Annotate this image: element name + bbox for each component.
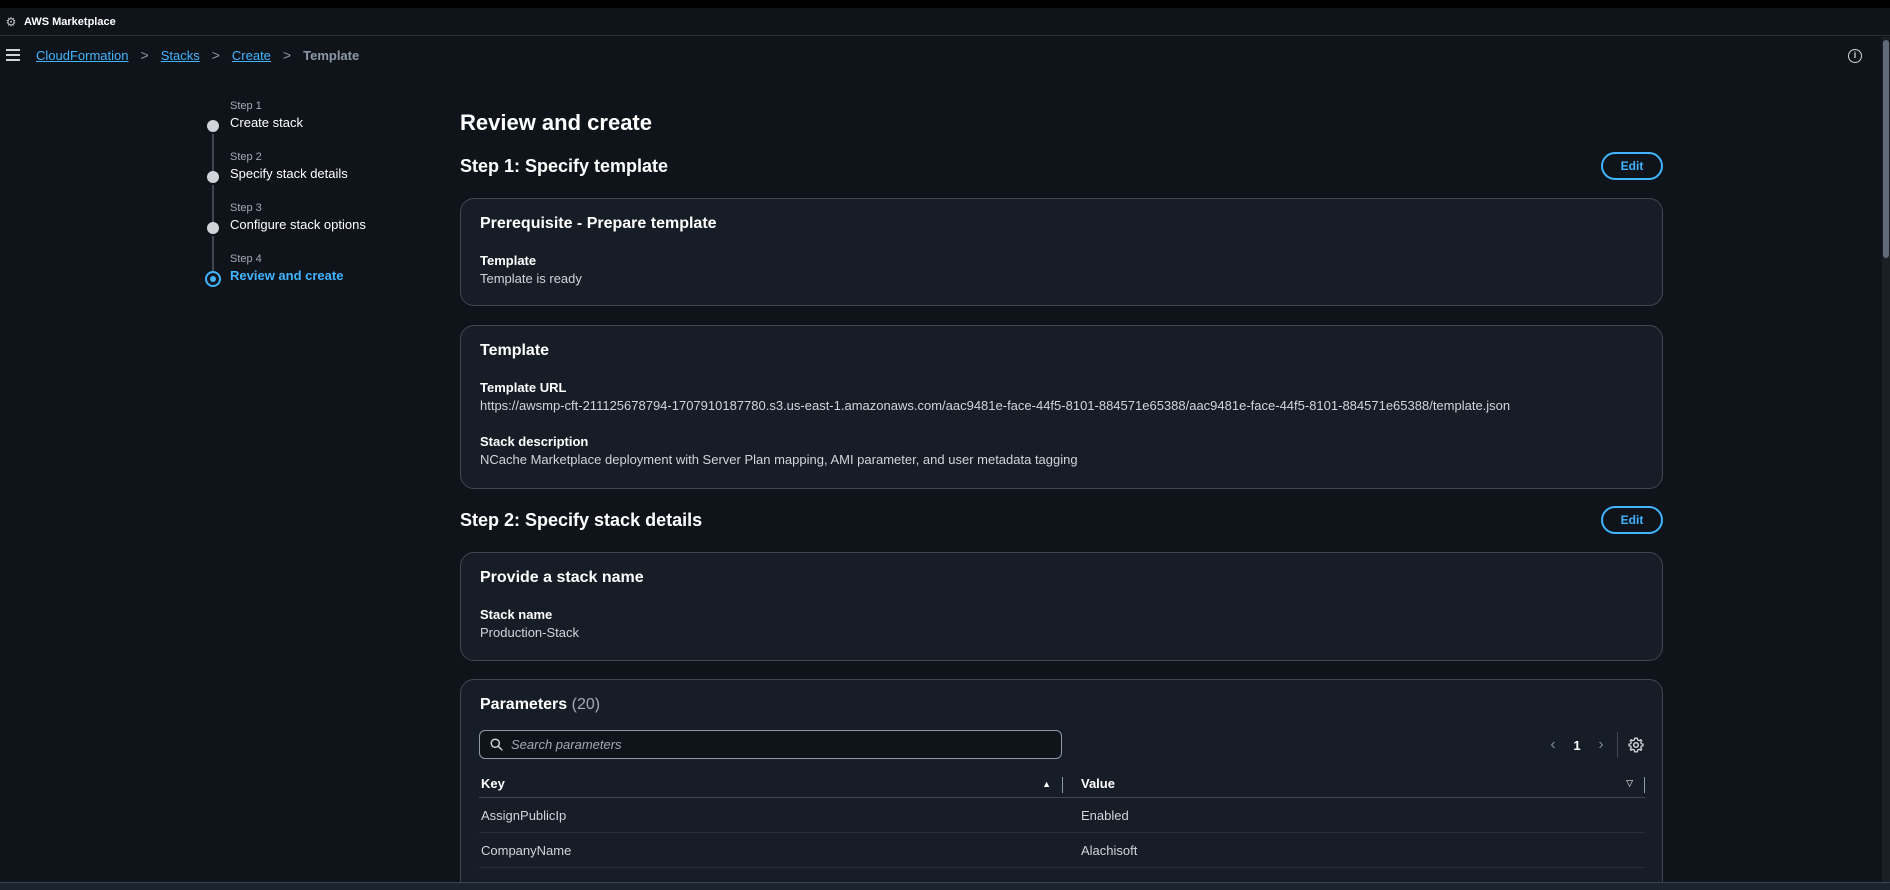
step2-header: Step 2: Specify stack details Edit [460,506,1663,534]
search-parameters-input[interactable] [511,737,1041,752]
info-icon[interactable]: i [1848,49,1862,63]
top-edge [0,0,1890,8]
parameters-title: Parameters [480,696,568,713]
pagination: ‹ 1 › [1543,732,1644,758]
step-dot-icon [207,120,219,132]
param-key: AssignPublicIp [481,807,567,823]
step-name: Review and create [230,268,344,283]
step-number: Step 1 [230,100,262,112]
prerequisite-title: Prerequisite - Prepare template [480,215,717,232]
param-value: Alachisoft [1081,842,1138,858]
step-name: Create stack [230,115,303,130]
column-resizer[interactable] [1644,777,1645,793]
column-header-key[interactable]: Key ▲ [479,770,1063,797]
step2-heading: Step 2: Specify stack details [460,510,703,530]
parameters-table: Key ▲ Value ▽ AssignPublicIp Enabled Com… [479,770,1645,868]
template-url-label: Template URL [480,380,567,395]
template-title: Template [480,342,550,359]
step1-edit-button[interactable]: Edit [1601,152,1663,180]
taskbar-edge [0,882,1890,890]
template-status: Template Template is ready [480,252,1643,288]
stack-description-label: Stack description [480,434,589,449]
app-header: ⚙ AWS Marketplace [0,8,1890,36]
parameters-card: Parameters (20) ‹ 1 › Key ▲ [460,679,1663,890]
param-value: Enabled [1081,807,1129,823]
breadcrumb-stacks[interactable]: Stacks [161,48,200,63]
step-number: Step 4 [230,253,262,265]
step2-edit-button[interactable]: Edit [1601,506,1663,534]
step-dot-icon [207,171,219,183]
page-scrollbar-thumb[interactable] [1883,40,1889,258]
pager-divider [1617,732,1618,758]
gear-icon[interactable] [1628,737,1644,753]
column-value-label: Value [1081,776,1115,791]
column-key-label: Key [481,776,505,791]
param-key: CompanyName [481,842,572,858]
table-row: CompanyName Alachisoft [479,833,1645,868]
breadcrumb-separator: > [211,47,220,63]
page-number[interactable]: 1 [1563,738,1591,753]
breadcrumb-cloudformation[interactable]: CloudFormation [36,48,129,63]
search-icon [490,738,503,751]
breadcrumb-current: Template [303,47,360,63]
step-dot-icon [207,222,219,234]
breadcrumb: CloudFormation > Stacks > Create > Templ… [0,37,1890,73]
step-name: Configure stack options [230,217,366,232]
template-url-value: https://awsmp-cft-211125678794-170791018… [480,398,1511,413]
step1-heading: Step 1: Specify template [460,156,669,176]
table-row: AssignPublicIp Enabled [479,798,1645,833]
sort-ascending-icon[interactable]: ▲ [1042,779,1051,789]
sort-icon[interactable]: ▽ [1626,778,1633,789]
template-status-label: Template [480,253,537,268]
wizard-step-3[interactable]: Step 3 Configure stack options [205,200,445,274]
stack-name-card: Provide a stack name Stack name Producti… [460,552,1663,661]
step-name: Specify stack details [230,166,348,181]
stack-name-value: Production-Stack [480,625,579,640]
stack-description: Stack description NCache Marketplace dep… [480,433,1643,469]
hamburger-icon[interactable] [6,49,20,61]
wizard-steps: Step 1 Create stack Step 2 Specify stack… [205,98,445,302]
chevron-left-icon[interactable]: ‹ [1543,736,1563,754]
template-card: Template Template URL https://awsmp-cft-… [460,325,1663,489]
parameters-count: (20) [571,696,601,713]
marketplace-logo-icon: ⚙ [5,14,17,29]
page-title: Review and create [460,110,652,135]
step-number: Step 3 [230,202,262,214]
wizard-step-1[interactable]: Step 1 Create stack [205,98,445,172]
step-active-dot-icon [205,271,221,287]
template-status-value: Template is ready [480,271,582,286]
chevron-right-icon[interactable]: › [1591,736,1611,754]
wizard-step-2[interactable]: Step 2 Specify stack details [205,149,445,223]
step1-header: Step 1: Specify template Edit [460,152,1663,180]
template-url: Template URL https://awsmp-cft-211125678… [480,379,1643,415]
breadcrumb-create[interactable]: Create [232,48,271,63]
prerequisite-card: Prerequisite - Prepare template Template… [460,198,1663,306]
app-title: AWS Marketplace [24,15,116,28]
stack-name-title: Provide a stack name [480,569,644,586]
stack-name: Stack name Production-Stack [480,606,1643,642]
breadcrumb-separator: > [282,47,292,63]
parameters-heading: Parameters (20) [480,696,1643,714]
breadcrumb-separator: > [140,47,149,63]
table-header: Key ▲ Value ▽ [479,770,1645,798]
step-number: Step 2 [230,151,262,163]
wizard-step-4[interactable]: Step 4 Review and create [205,251,445,302]
stack-name-label: Stack name [480,607,553,622]
search-parameters-field[interactable] [479,730,1062,759]
column-header-value[interactable]: Value ▽ [1063,770,1645,797]
stack-description-value: NCache Marketplace deployment with Serve… [480,452,1078,467]
